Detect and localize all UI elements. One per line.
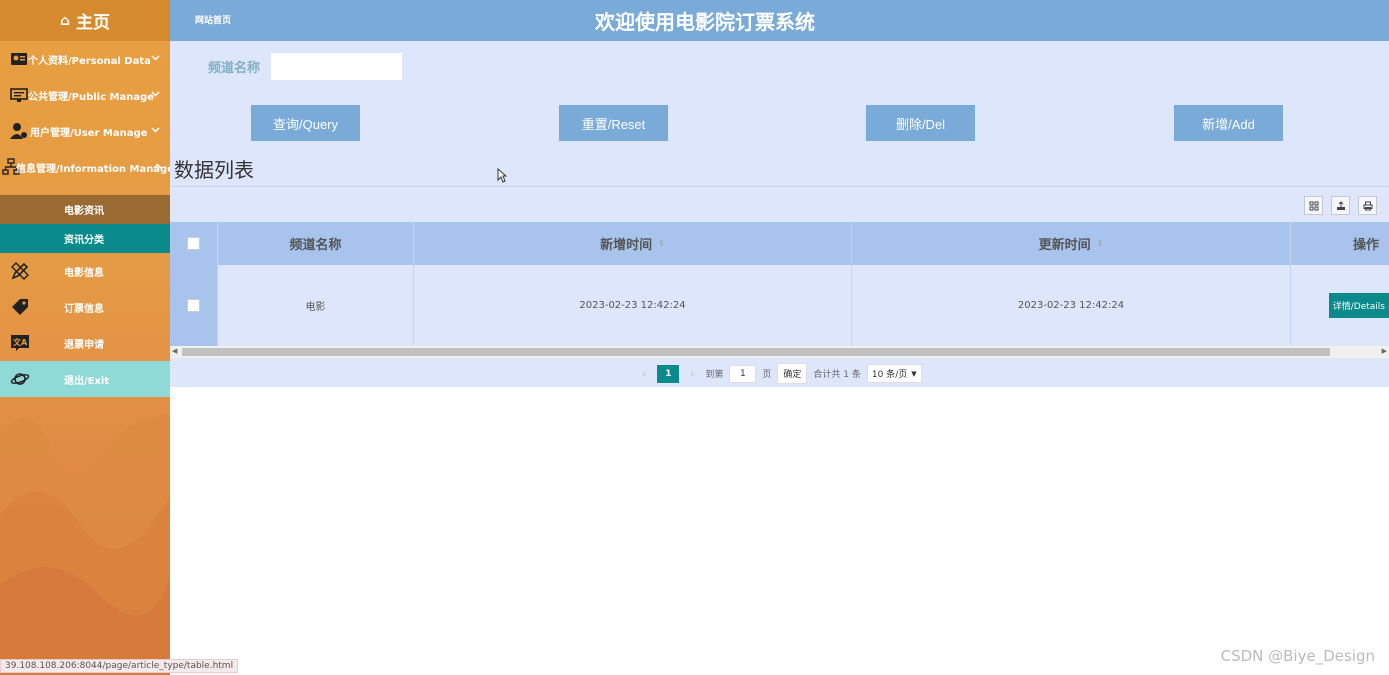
header-select-all-cell	[170, 222, 218, 265]
data-table: 频道名称 新增时间 ⇕ 更新时间 ⇕ 操作 电影 2023-02-23 12:4…	[170, 222, 1389, 358]
goto-confirm-button[interactable]: 确定	[777, 363, 808, 384]
tag-icon	[10, 297, 30, 317]
sidebar-background-art	[0, 415, 170, 675]
header-created-time[interactable]: 新增时间 ⇕	[414, 222, 852, 265]
search-row: 频道名称	[208, 53, 402, 80]
menu-movie-info-label: 电影信息	[64, 267, 104, 279]
page-title: 欢迎使用电影院订票系统	[595, 10, 815, 34]
row-select-cell	[170, 265, 218, 346]
chevron-down-icon	[151, 125, 160, 136]
row-checkbox[interactable]	[187, 299, 200, 312]
menu-exit[interactable]: 退出/Exit	[0, 361, 170, 397]
header-actions: 操作	[1352, 238, 1379, 253]
goto-label: 到第	[705, 370, 724, 380]
menu-ticket-info[interactable]: 订票信息	[0, 289, 170, 325]
menu-personal-data-label: 个人资料/Personal Data	[28, 55, 151, 67]
menu-public-manage-label: 公共管理/Public Manage	[28, 91, 155, 103]
select-all-checkbox[interactable]	[187, 237, 200, 250]
app-root: ⌂ 主页 个人资料/Personal Data 公共管理/Public Mana…	[0, 0, 1389, 675]
page-size-value: 10 条/页	[871, 370, 908, 380]
scroll-left-icon[interactable]: ◀	[172, 347, 177, 355]
section-title: 数据列表	[174, 158, 254, 182]
table-header-row: 频道名称 新增时间 ⇕ 更新时间 ⇕ 操作	[170, 222, 1389, 265]
menu-user-manage[interactable]: 用户管理/User Manage	[0, 113, 170, 149]
chevron-up-icon	[153, 161, 162, 172]
grid-columns-icon[interactable]	[1304, 196, 1323, 215]
cell-updated-time: 2023-02-23 12:42:24	[852, 265, 1291, 346]
goto-page-input[interactable]: 1	[729, 364, 757, 383]
menu-refund-request-label: 退票申请	[64, 339, 104, 351]
svg-text:文A: 文A	[13, 337, 28, 347]
table-row: 电影 2023-02-23 12:42:24 2023-02-23 12:42:…	[170, 265, 1389, 346]
current-page[interactable]: 1	[657, 364, 680, 383]
cell-actions: 详情/Details	[1291, 265, 1389, 346]
table-toolbar	[1304, 196, 1377, 215]
user-gear-icon	[10, 121, 28, 141]
chevron-down-icon	[151, 89, 160, 100]
menu-information-manage-label: 信息管理/Information Manage	[16, 163, 170, 175]
page-size-select[interactable]: 10 条/页 ▼	[866, 364, 922, 383]
brand-label: 主页	[76, 13, 111, 33]
add-button[interactable]: 新增/Add	[1174, 105, 1283, 141]
menu-information-manage[interactable]: 信息管理/Information Manage	[0, 149, 170, 185]
submenu-information: 电影资讯 资讯分类	[0, 195, 170, 253]
header-channel-name[interactable]: 频道名称	[218, 222, 414, 265]
header-created-time-label: 新增时间	[600, 238, 653, 253]
prev-page-icon[interactable]: ‹	[637, 367, 651, 380]
scroll-right-icon[interactable]: ▶	[1382, 347, 1387, 355]
watermark: CSDN @Biye_Design	[1220, 647, 1375, 665]
pagination: ‹ 1 › 到第 1 页 确定 合计共 1 条 10 条/页 ▼	[170, 360, 1389, 387]
sort-icon[interactable]: ⇕	[658, 239, 665, 248]
cell-created-time: 2023-02-23 12:42:24	[414, 265, 852, 346]
sidebar: ⌂ 主页 个人资料/Personal Data 公共管理/Public Mana…	[0, 0, 170, 675]
menu-movie-info[interactable]: 电影信息	[0, 253, 170, 289]
home-icon: ⌂	[59, 12, 71, 29]
menu-personal-data[interactable]: 个人资料/Personal Data	[0, 41, 170, 77]
planet-icon	[10, 369, 30, 389]
header-updated-time-label: 更新时间	[1038, 238, 1091, 253]
menu-user-manage-label: 用户管理/User Manage	[30, 127, 148, 139]
menu-public-manage[interactable]: 公共管理/Public Manage	[0, 77, 170, 113]
main-panel: 频道名称 查询/Query 重置/Reset 删除/Del 新增/Add 数据列…	[170, 41, 1389, 387]
mouse-cursor-icon	[497, 168, 507, 183]
divider	[170, 186, 1389, 187]
details-button[interactable]: 详情/Details	[1328, 293, 1389, 318]
top-header: 网站首页 欢迎使用电影院订票系统	[170, 0, 1389, 41]
cell-channel-name: 电影	[218, 265, 414, 346]
submenu-item-movie-news[interactable]: 电影资讯	[0, 195, 170, 224]
chevron-down-icon: ▼	[911, 369, 917, 378]
user-card-icon	[10, 49, 28, 69]
submenu-item-news-category[interactable]: 资讯分类	[0, 224, 170, 253]
delete-button[interactable]: 删除/Del	[866, 105, 975, 141]
submenu-item-label: 资讯分类	[64, 235, 104, 246]
export-icon[interactable]	[1331, 196, 1350, 215]
submenu-item-label: 电影资讯	[64, 206, 104, 217]
table-body: 电影 2023-02-23 12:42:24 2023-02-23 12:42:…	[170, 265, 1389, 346]
menu-exit-label: 退出/Exit	[64, 375, 110, 387]
horizontal-scrollbar[interactable]: ◀ ▶	[170, 346, 1389, 358]
menu-ticket-info-label: 订票信息	[64, 303, 104, 315]
print-icon[interactable]	[1358, 196, 1377, 215]
translate-icon: 文A	[10, 333, 30, 353]
channel-name-input[interactable]	[271, 53, 402, 80]
reset-button[interactable]: 重置/Reset	[559, 105, 668, 141]
chevron-down-icon	[151, 53, 160, 64]
page-suffix: 页	[762, 370, 772, 380]
scrollbar-thumb[interactable]	[182, 348, 1330, 356]
query-button[interactable]: 查询/Query	[251, 105, 360, 141]
header-updated-time[interactable]: 更新时间 ⇕	[852, 222, 1291, 265]
next-page-icon[interactable]: ›	[685, 367, 699, 380]
menu-refund-request[interactable]: 文A 退票申请	[0, 325, 170, 361]
search-label: 频道名称	[208, 61, 261, 76]
sidebar-brand[interactable]: ⌂ 主页	[0, 0, 170, 41]
status-bar-url: 39.108.108.206:8044/page/article_type/ta…	[0, 659, 239, 673]
sort-icon[interactable]: ⇕	[1097, 239, 1104, 248]
pencil-ruler-icon	[10, 261, 30, 281]
monitor-icon	[10, 85, 28, 105]
menu-spacer	[0, 185, 170, 195]
total-count: 合计共 1 条	[813, 370, 861, 380]
